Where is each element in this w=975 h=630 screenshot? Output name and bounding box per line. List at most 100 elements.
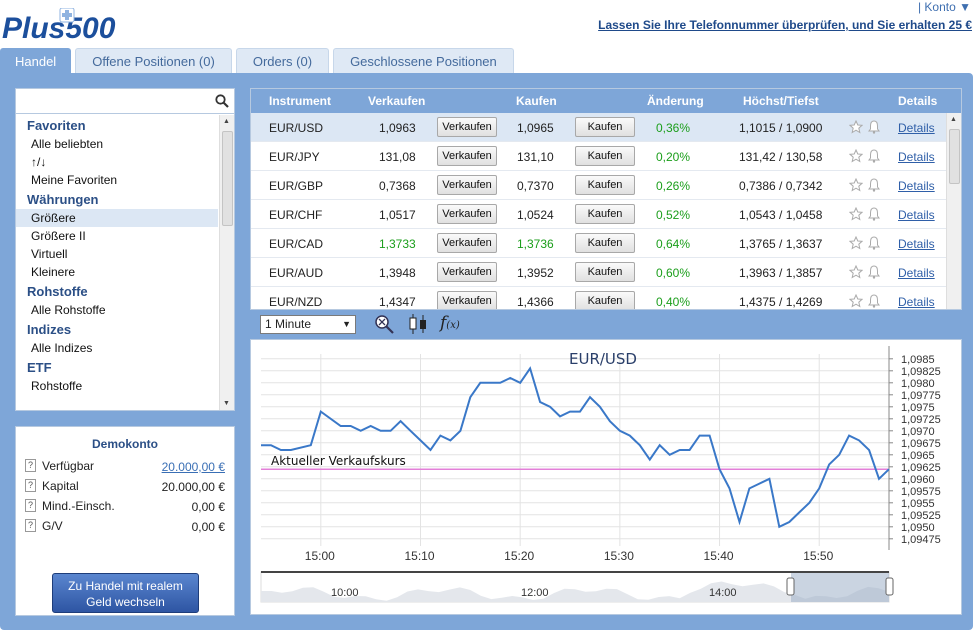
buy-price: 1,0524	[517, 208, 554, 222]
available-funds-link[interactable]: 20.000,00 €	[162, 460, 225, 474]
col-change: Änderung	[647, 94, 704, 108]
chart-toolbar: 1 Minute ▼ f(x)	[250, 310, 962, 338]
table-row[interactable]: EUR/JPY 131,08 Verkaufen 131,10 Kaufen 0,20% 1…	[251, 142, 961, 171]
y-tick-label: 1,0980	[901, 378, 935, 390]
buy-button[interactable]: Kaufen	[575, 291, 635, 309]
buy-button[interactable]: Kaufen	[575, 262, 635, 282]
table-row[interactable]: EUR/NZD 1,4347 Verkaufen 1,4366 Kaufen 0,40% 1…	[251, 287, 961, 309]
sell-button[interactable]: Verkaufen	[437, 175, 497, 195]
change-value: 0,20%	[656, 150, 691, 164]
bell-icon[interactable]	[867, 207, 881, 221]
help-icon[interactable]: ?	[25, 459, 36, 473]
sell-button[interactable]: Verkaufen	[437, 262, 497, 282]
table-row[interactable]: EUR/GBP 0,7368 Verkaufen 0,7370 Kaufen 0,26% 0…	[251, 171, 961, 200]
buy-button[interactable]: Kaufen	[575, 233, 635, 253]
table-row[interactable]: EUR/USD 1,0963 Verkaufen 1,0965 Kaufen 0,36% 1…	[251, 113, 961, 142]
sell-price: 0,7368	[379, 179, 416, 193]
star-icon[interactable]	[849, 265, 863, 279]
interval-select[interactable]: 1 Minute ▼	[260, 315, 356, 334]
list-item[interactable]: Alle Rohstoffe	[16, 301, 218, 319]
bell-icon[interactable]	[867, 178, 881, 192]
list-item[interactable]: Größere	[16, 209, 218, 227]
star-icon[interactable]	[849, 294, 863, 308]
bell-icon[interactable]	[867, 236, 881, 250]
category-scrollbar[interactable]: ▲ ▼	[219, 115, 234, 410]
scroll-thumb[interactable]	[949, 129, 960, 184]
category-rohstoffe[interactable]: Rohstoffe	[16, 283, 218, 301]
list-item[interactable]: Alle Indizes	[16, 339, 218, 357]
candlestick-icon[interactable]	[405, 313, 431, 335]
sell-button[interactable]: Verkaufen	[437, 233, 497, 253]
scroll-up-icon[interactable]: ▲	[950, 116, 957, 123]
sell-button[interactable]: Verkaufen	[437, 291, 497, 309]
table-row[interactable]: EUR/CHF 1,0517 Verkaufen 1,0524 Kaufen 0,52% 1…	[251, 200, 961, 229]
list-item[interactable]: Rohstoffe	[16, 377, 218, 395]
y-tick-label: 1,0960	[901, 474, 935, 486]
list-item[interactable]: Alle beliebten	[16, 135, 218, 153]
category-indizes[interactable]: Indizes	[16, 321, 218, 339]
chart-canvas[interactable]: 1,09851,098251,09801,097751,09751,097251…	[251, 340, 963, 616]
bell-icon[interactable]	[867, 120, 881, 134]
list-item[interactable]: Meine Favoriten	[16, 171, 218, 189]
details-link[interactable]: Details	[898, 208, 935, 222]
y-tick-label: 1,0985	[901, 354, 935, 366]
tab-orders[interactable]: Orders (0)	[235, 48, 330, 73]
help-icon[interactable]: ?	[25, 499, 36, 513]
switch-to-real-money-button[interactable]: Zu Handel mit realem Geld wechseln	[52, 573, 199, 613]
x-tick-label: 15:50	[803, 549, 833, 563]
function-icon[interactable]: f(x)	[440, 313, 460, 333]
change-value: 0,52%	[656, 208, 691, 222]
y-tick-label: 1,0965	[901, 450, 935, 462]
help-icon[interactable]: ?	[25, 519, 36, 533]
sell-button[interactable]: Verkaufen	[437, 204, 497, 224]
scroll-down-icon[interactable]: ▼	[223, 400, 230, 407]
list-item[interactable]: ↑/↓	[16, 153, 218, 171]
details-link[interactable]: Details	[898, 266, 935, 280]
y-tick-label: 1,0975	[901, 402, 935, 414]
chevron-down-icon: ▼	[342, 319, 351, 329]
star-icon[interactable]	[849, 178, 863, 192]
scroll-thumb[interactable]	[222, 131, 233, 226]
buy-button[interactable]: Kaufen	[575, 175, 635, 195]
category-waehrungen[interactable]: Währungen	[16, 191, 218, 209]
konto-menu[interactable]: | Konto ▼	[918, 0, 971, 14]
details-link[interactable]: Details	[898, 237, 935, 251]
star-icon[interactable]	[849, 120, 863, 134]
details-link[interactable]: Details	[898, 121, 935, 135]
trading-panel: Favoriten Alle beliebten ↑/↓ Meine Favor…	[0, 73, 973, 630]
list-item[interactable]: Größere II	[16, 227, 218, 245]
star-icon[interactable]	[849, 207, 863, 221]
category-etf[interactable]: ETF	[16, 359, 218, 377]
scroll-up-icon[interactable]: ▲	[223, 118, 230, 125]
phone-verification-link[interactable]: Lassen Sie Ihre Telefonnummer überprüfen…	[598, 18, 972, 32]
bell-icon[interactable]	[867, 149, 881, 163]
navigator-tick-label: 12:00	[521, 587, 549, 599]
buy-button[interactable]: Kaufen	[575, 204, 635, 224]
list-item[interactable]: Kleinere	[16, 263, 218, 281]
table-row[interactable]: EUR/CAD 1,3733 Verkaufen 1,3736 Kaufen 0,64% 1…	[251, 229, 961, 258]
tab-handel[interactable]: Handel	[0, 48, 72, 73]
list-item[interactable]: Virtuell	[16, 245, 218, 263]
help-icon[interactable]: ?	[25, 479, 36, 493]
bell-icon[interactable]	[867, 294, 881, 308]
buy-button[interactable]: Kaufen	[575, 117, 635, 137]
table-scrollbar[interactable]: ▲	[946, 113, 961, 309]
search-icon[interactable]	[215, 94, 229, 108]
sell-price: 1,0517	[379, 208, 416, 222]
details-link[interactable]: Details	[898, 295, 935, 309]
search-input[interactable]	[16, 89, 234, 114]
sell-button[interactable]: Verkaufen	[437, 146, 497, 166]
zoom-out-icon[interactable]	[372, 313, 398, 335]
sell-button[interactable]: Verkaufen	[437, 117, 497, 137]
buy-button[interactable]: Kaufen	[575, 146, 635, 166]
table-row[interactable]: EUR/AUD 1,3948 Verkaufen 1,3952 Kaufen 0,60% 1…	[251, 258, 961, 287]
details-link[interactable]: Details	[898, 179, 935, 193]
details-link[interactable]: Details	[898, 150, 935, 164]
tab-geschlossene-positionen[interactable]: Geschlossene Positionen	[333, 48, 514, 73]
category-favoriten[interactable]: Favoriten	[16, 117, 218, 135]
bell-icon[interactable]	[867, 265, 881, 279]
star-icon[interactable]	[849, 149, 863, 163]
tab-offene-positionen[interactable]: Offene Positionen (0)	[75, 48, 232, 73]
demo-label: G/V	[42, 518, 63, 533]
star-icon[interactable]	[849, 236, 863, 250]
